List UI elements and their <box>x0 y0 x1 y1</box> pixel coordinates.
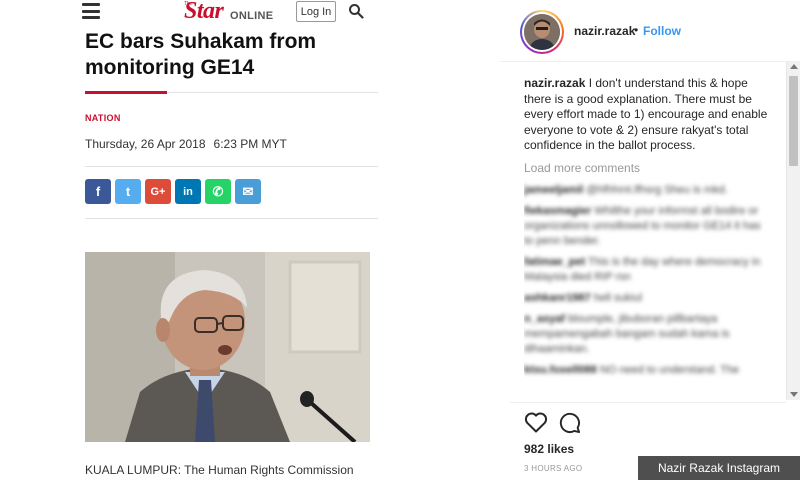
comment-item: jameeljamil @hfhhmt.lfhsrg Sheu is mkd. <box>524 183 769 198</box>
comment-item: ktsu.foxell088 NO need to understand. Th… <box>524 363 769 378</box>
heart-icon[interactable] <box>524 411 548 433</box>
comments-scrollbar[interactable] <box>786 62 800 400</box>
comment-item: fatimae_pet This is the day where democr… <box>524 255 769 285</box>
comment-item: n_asyaf bloumple, jibuboran pillbartaya … <box>524 312 769 357</box>
scroll-down-arrow-icon[interactable] <box>790 392 798 397</box>
article-dateline: Thursday, 26 Apr 2018 6:23 PM MYT <box>85 137 287 151</box>
comment-item: ashkanr1987 hell sukiul <box>524 291 769 306</box>
follow-button[interactable]: Follow <box>643 24 681 38</box>
share-buttons: f t G+ in ✆ ✉ <box>85 179 261 204</box>
login-button[interactable]: Log In <box>296 1 336 22</box>
site-header: The Star ONLINE Log In <box>80 0 380 26</box>
caption-username[interactable]: nazir.razak <box>524 76 585 90</box>
comments-section: nazir.razak I don't understand this & ho… <box>524 76 769 401</box>
article-date: Thursday, 26 Apr 2018 <box>85 137 206 151</box>
comment-username[interactable]: n_asyaf <box>524 313 565 325</box>
article-time: 6:23 PM MYT <box>213 137 287 151</box>
share-linkedin-icon[interactable]: in <box>175 179 201 204</box>
instagram-post-header: nazir.razak • Follow <box>500 0 800 62</box>
image-credit-overlay: Nazir Razak Instagram <box>638 456 800 480</box>
actions-divider <box>510 402 786 403</box>
separator-dot: • <box>634 23 639 37</box>
share-google-plus-icon[interactable]: G+ <box>145 179 171 204</box>
blurred-comments: jameeljamil @hfhhmt.lfhsrg Sheu is mkd. f… <box>524 183 769 378</box>
comment-username[interactable]: ashkanr1987 <box>524 292 591 304</box>
likes-count[interactable]: 982 likes <box>524 442 574 456</box>
share-divider-bottom <box>85 218 378 219</box>
share-email-icon[interactable]: ✉ <box>235 179 261 204</box>
post-caption: nazir.razak I don't understand this & ho… <box>524 76 769 154</box>
instagram-panel: nazir.razak • Follow nazir.razak I don't… <box>500 0 800 480</box>
search-icon[interactable] <box>348 3 364 19</box>
hamburger-menu-icon[interactable] <box>82 3 100 19</box>
logo-online: ONLINE <box>230 10 274 22</box>
comment-text: NO need to understand. The <box>599 363 740 376</box>
section-tag[interactable]: NATION <box>85 113 121 123</box>
comment-username[interactable]: ktsu.foxell088 <box>524 364 597 376</box>
avatar[interactable] <box>520 10 564 54</box>
comment-username[interactable]: fiekasmagier <box>524 205 591 217</box>
share-whatsapp-icon[interactable]: ✆ <box>205 179 231 204</box>
share-facebook-icon[interactable]: f <box>85 179 111 204</box>
avatar-photo <box>524 14 560 50</box>
article-photo <box>85 252 370 442</box>
instagram-username[interactable]: nazir.razak <box>574 24 635 38</box>
scrollbar-thumb[interactable] <box>789 76 798 166</box>
share-twitter-icon[interactable]: t <box>115 179 141 204</box>
article-lede: KUALA LUMPUR: The Human Rights Commissio… <box>85 463 354 477</box>
comment-text: @hfhhmt.lfhsrg Sheu is mkd. <box>586 183 728 196</box>
comment-item: fiekasmagier Whilthe your informst all b… <box>524 204 769 249</box>
share-divider-top <box>85 166 378 167</box>
comment-username[interactable]: fatimae_pet <box>524 256 585 268</box>
load-more-comments-link[interactable]: Load more comments <box>524 161 769 175</box>
comment-text: hell sukiul <box>593 291 643 304</box>
headline-accent-bar <box>85 91 167 94</box>
post-timestamp[interactable]: 3 HOURS AGO <box>524 464 582 473</box>
logo-star: Star <box>184 0 224 24</box>
comment-icon[interactable] <box>558 411 581 434</box>
article-headline: EC bars Suhakam from monitoring GE14 <box>85 30 317 79</box>
scroll-up-arrow-icon[interactable] <box>790 64 798 69</box>
comment-username[interactable]: jameeljamil <box>524 184 583 196</box>
